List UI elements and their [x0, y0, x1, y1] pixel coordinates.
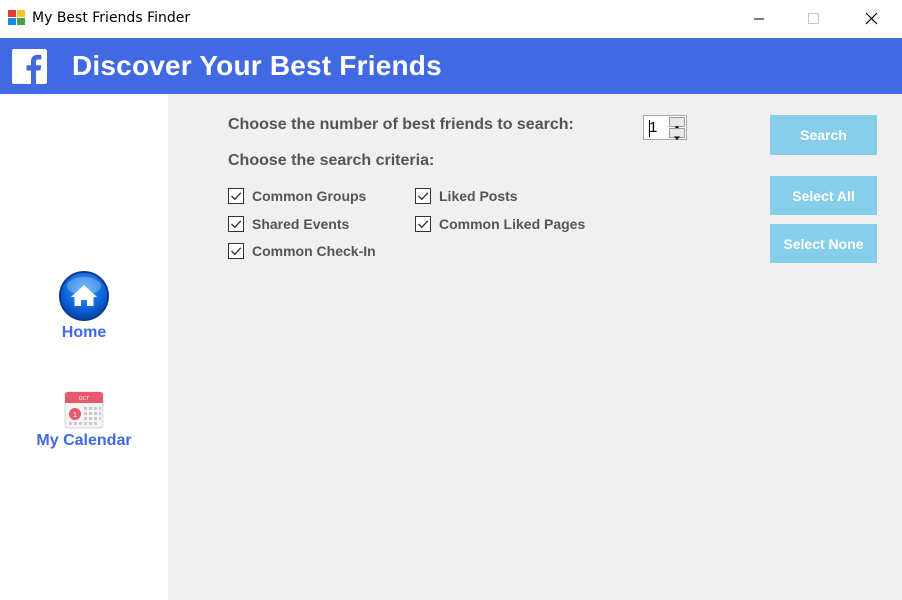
header-title: Discover Your Best Friends	[72, 50, 442, 81]
select-none-button[interactable]: Select None	[770, 224, 877, 263]
checkmark-icon	[231, 220, 242, 229]
search-button[interactable]: Search	[770, 115, 877, 155]
checkbox-label: Liked Posts	[439, 188, 518, 204]
sidebar-item-home[interactable]: Home	[0, 270, 168, 342]
search-criteria-label: Choose the search criteria:	[228, 152, 435, 169]
checkmark-icon	[231, 192, 242, 201]
checkbox-box[interactable]	[415, 188, 431, 204]
checkbox-label: Common Groups	[252, 188, 367, 204]
text-caret	[649, 120, 650, 137]
friends-count-spinner[interactable]: 1	[643, 115, 687, 140]
friends-count-value[interactable]: 1	[649, 119, 657, 136]
checkbox-common-groups[interactable]: Common Groups	[228, 188, 366, 204]
window-titlebar: My Best Friends Finder	[0, 0, 902, 38]
svg-text:1: 1	[73, 411, 77, 419]
home-icon	[59, 271, 109, 321]
spinner-down-button[interactable]	[669, 128, 685, 140]
checkbox-box[interactable]	[228, 188, 244, 204]
sidebar: Home OCT 1 My Calendar	[0, 94, 168, 600]
app-windows-icon	[8, 10, 26, 26]
facebook-logo-icon	[12, 49, 47, 84]
header-banner: Discover Your Best Friends	[0, 38, 902, 94]
checkmark-icon	[418, 220, 429, 229]
close-button[interactable]	[848, 0, 894, 38]
checkbox-liked-posts[interactable]: Liked Posts	[415, 188, 518, 204]
sidebar-item-label: My Calendar	[36, 432, 132, 449]
minimize-button[interactable]	[736, 0, 782, 38]
spinner-buttons	[669, 117, 685, 140]
spinner-up-button[interactable]	[669, 117, 685, 129]
svg-text:OCT: OCT	[79, 396, 90, 402]
checkbox-shared-events[interactable]: Shared Events	[228, 216, 349, 232]
checkbox-box[interactable]	[228, 216, 244, 232]
friends-count-label: Choose the number of best friends to sea…	[228, 116, 574, 133]
sidebar-item-my-calendar[interactable]: OCT 1 My Calendar	[0, 390, 168, 450]
checkbox-box[interactable]	[228, 243, 244, 259]
checkmark-icon	[231, 247, 242, 256]
window-title: My Best Friends Finder	[32, 10, 191, 26]
close-icon	[865, 12, 878, 25]
maximize-icon	[808, 13, 819, 24]
checkbox-common-liked-pages[interactable]: Common Liked Pages	[415, 216, 585, 232]
minimize-icon	[754, 18, 764, 20]
checkbox-label: Common Check-In	[252, 243, 376, 259]
checkbox-label: Common Liked Pages	[439, 216, 586, 232]
triangle-down-icon	[674, 136, 680, 140]
calendar-icon: OCT 1	[64, 391, 104, 429]
select-all-button[interactable]: Select All	[770, 176, 877, 215]
sidebar-item-label: Home	[61, 324, 107, 341]
maximize-button[interactable]	[790, 0, 836, 38]
checkbox-common-check-in[interactable]: Common Check-In	[228, 243, 376, 259]
checkbox-label: Shared Events	[252, 216, 350, 232]
main-panel: Choose the number of best friends to sea…	[168, 94, 902, 600]
checkmark-icon	[418, 192, 429, 201]
checkbox-box[interactable]	[415, 216, 431, 232]
